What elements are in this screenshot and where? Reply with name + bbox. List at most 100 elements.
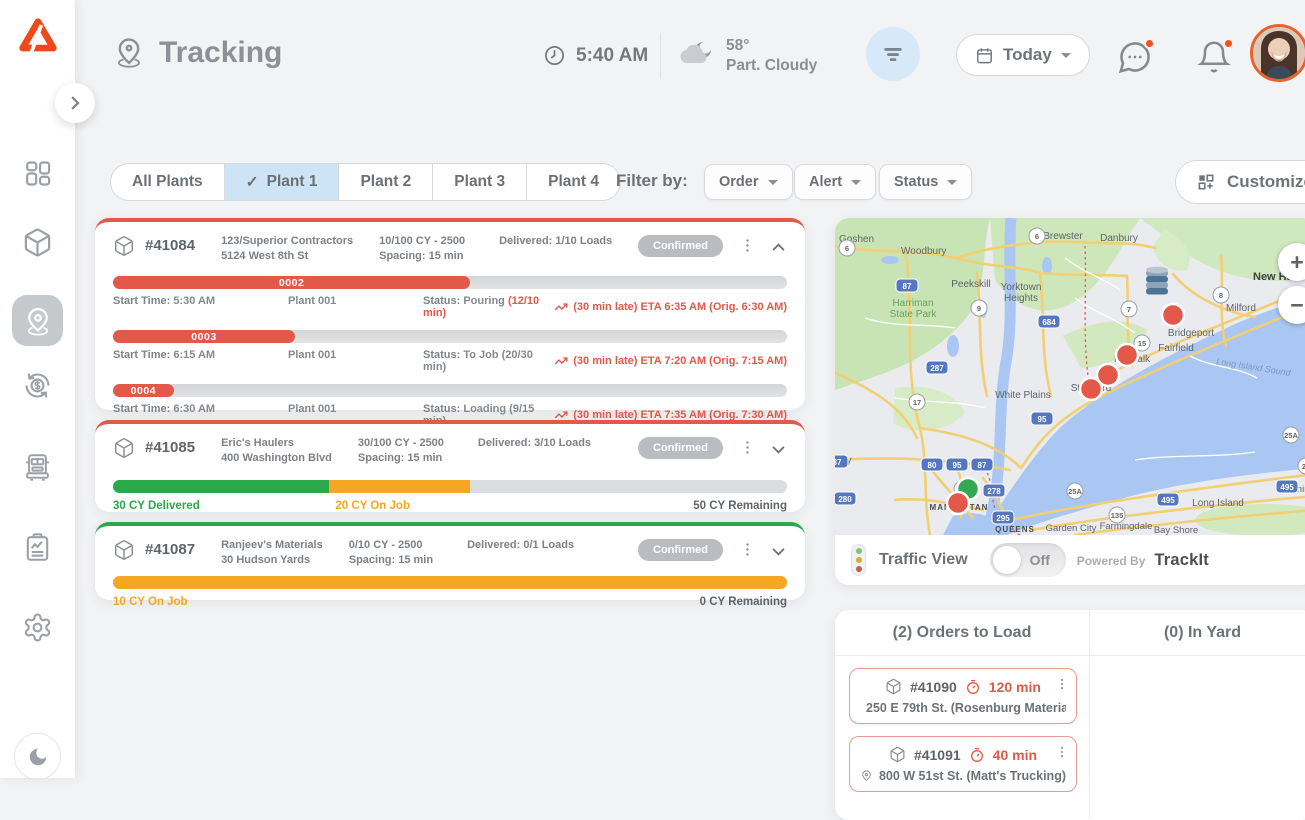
- date-range-button[interactable]: Today: [956, 34, 1090, 76]
- dark-mode-toggle[interactable]: [14, 733, 61, 780]
- road-shield: 278: [983, 484, 1005, 497]
- messages-button[interactable]: [1117, 39, 1153, 75]
- truck-marker-late[interactable]: [1116, 344, 1138, 366]
- order-customer: Ranjeev's Materials: [221, 538, 323, 553]
- truck-progress-track: 0003: [113, 330, 787, 343]
- sidebar-item-billing[interactable]: [22, 370, 53, 401]
- powered-by: Powered By TrackIt: [1077, 551, 1209, 570]
- svg-text:135: 135: [1111, 511, 1124, 520]
- chevron-down-icon: [1061, 53, 1071, 58]
- truck-progress-track: 0002: [113, 276, 787, 289]
- moon-icon: [27, 746, 49, 768]
- filter-alert-dropdown[interactable]: Alert: [794, 164, 876, 200]
- queued-order-41091[interactable]: #41091 40 min 800 W 51st St. (Matt's Tru…: [849, 736, 1077, 792]
- order-card-41085[interactable]: #41085 Eric's Haulers 400 Washington Blv…: [95, 420, 805, 512]
- timer-icon: [969, 747, 985, 763]
- dollar-cycle-icon: [22, 370, 53, 401]
- remaining-label: 50 CY Remaining: [693, 500, 787, 512]
- collapse-chevron-up-icon[interactable]: [770, 239, 787, 256]
- calendar-icon: [975, 46, 994, 65]
- timer-icon: [965, 679, 981, 695]
- truck-row: 0002 Start Time: 5:30 AM Plant 001 Statu…: [95, 276, 805, 319]
- sidebar-item-reports[interactable]: [22, 532, 53, 563]
- kebab-menu-icon[interactable]: [739, 541, 756, 558]
- filter-by-label: Filter by:: [616, 171, 688, 191]
- filter-order-dropdown[interactable]: Order: [704, 164, 793, 200]
- truck-progress-fill: 0002: [113, 276, 470, 289]
- svg-text:87: 87: [903, 282, 912, 291]
- order-card-41087[interactable]: #41087 Ranjeev's Materials 30 Hudson Yar…: [95, 522, 805, 600]
- road-shield: 17: [909, 394, 925, 410]
- map-label: Bay Shore: [1154, 525, 1198, 535]
- truck-progress-fill: 0004: [113, 384, 174, 397]
- kebab-menu-icon[interactable]: [1055, 745, 1069, 759]
- expand-chevron-down-icon[interactable]: [770, 441, 787, 458]
- order-customer: Eric's Haulers: [221, 436, 332, 451]
- kebab-menu-icon[interactable]: [739, 439, 756, 456]
- orders-to-load-header[interactable]: (2) Orders to Load: [835, 610, 1090, 655]
- order-quantity: 10/100 CY - 2500: [379, 234, 465, 249]
- yard-queues-panel: (2) Orders to Load (0) In Yard #41090 12…: [835, 610, 1305, 820]
- truck-marker-late[interactable]: [1080, 378, 1102, 400]
- tab-all-plants[interactable]: All Plants: [111, 164, 225, 200]
- check-icon: ✓: [246, 173, 259, 192]
- in-yard-header[interactable]: (0) In Yard: [1090, 610, 1305, 655]
- svg-text:87: 87: [835, 458, 842, 467]
- truck-progress-fill: 0003: [113, 330, 295, 343]
- svg-text:280: 280: [838, 495, 852, 504]
- svg-text:495: 495: [1280, 483, 1294, 492]
- chevron-right-icon: [66, 94, 84, 112]
- road-shield: 8: [1213, 287, 1229, 303]
- order-customer: 123/Superior Contractors: [221, 234, 353, 249]
- truck-marker-late[interactable]: [947, 492, 969, 514]
- delivery-progress-bar: [113, 480, 787, 493]
- road-shield: 6: [1029, 228, 1045, 244]
- plant-tabs: All Plants ✓ Plant 1 Plant 2 Plant 3 Pla…: [110, 163, 621, 201]
- traffic-view-toggle[interactable]: Off: [990, 543, 1066, 577]
- sidebar-item-tracking[interactable]: [12, 295, 63, 346]
- map-label: Long Island: [1192, 498, 1244, 509]
- svg-text:6: 6: [845, 244, 849, 253]
- date-range-label: Today: [1003, 45, 1052, 65]
- kebab-menu-icon[interactable]: [739, 237, 756, 254]
- map-label: Danbury: [1100, 233, 1138, 244]
- tab-plant-1[interactable]: ✓ Plant 1: [225, 164, 340, 200]
- company-logo[interactable]: [16, 16, 60, 56]
- sidebar-item-orders[interactable]: [22, 227, 53, 258]
- road-shield: 495: [1157, 493, 1179, 506]
- notifications-button[interactable]: [1196, 39, 1232, 75]
- current-time: 5:40 AM: [543, 44, 648, 67]
- trending-up-icon: [554, 300, 568, 314]
- in-yard-column: [1090, 656, 1305, 819]
- road-shield: 25A: [1283, 427, 1299, 443]
- sidebar-expand-button[interactable]: [55, 83, 95, 123]
- road-shield: 287: [926, 361, 948, 374]
- map-label: Garden City: [1046, 523, 1097, 534]
- order-card-41084[interactable]: #41084 123/Superior Contractors 5124 Wes…: [95, 218, 805, 410]
- map-label: Bridgeport: [1168, 328, 1214, 339]
- truck-marker-late[interactable]: [1162, 304, 1184, 326]
- queued-order-41090[interactable]: #41090 120 min 250 E 79th St. (Rosenburg…: [849, 668, 1077, 724]
- queued-order-address: 250 E 79th St. (Rosenburg Materials): [866, 701, 1066, 715]
- tab-plant-2[interactable]: Plant 2: [339, 164, 433, 200]
- sidebar-item-dashboard[interactable]: [22, 158, 53, 189]
- sidebar-item-settings[interactable]: [22, 612, 53, 643]
- user-avatar[interactable]: [1250, 24, 1305, 82]
- truck-progress-track: 0004: [113, 384, 787, 397]
- header-filter-button[interactable]: [866, 27, 920, 81]
- road-shield: 9: [971, 300, 987, 316]
- sidebar-item-fleet[interactable]: [22, 452, 53, 483]
- expand-chevron-down-icon[interactable]: [770, 543, 787, 560]
- package-icon: [113, 437, 135, 459]
- tab-plant-3[interactable]: Plant 3: [433, 164, 527, 200]
- filter-status-dropdown[interactable]: Status: [879, 164, 972, 200]
- kebab-menu-icon[interactable]: [1055, 677, 1069, 691]
- map[interactable]: GoshenWoodburyBrewsterDanburyPeekskillYo…: [835, 218, 1305, 535]
- on-job-label: 10 CY On Job: [113, 596, 188, 608]
- map-panel: GoshenWoodburyBrewsterDanburyPeekskillYo…: [835, 218, 1305, 585]
- plant-marker[interactable]: [1146, 267, 1168, 295]
- dashboard-icon: [22, 158, 53, 189]
- tab-plant-4[interactable]: Plant 4: [527, 164, 620, 200]
- map-label: Yorktown: [1001, 282, 1042, 293]
- customize-button[interactable]: Customize: [1175, 160, 1305, 204]
